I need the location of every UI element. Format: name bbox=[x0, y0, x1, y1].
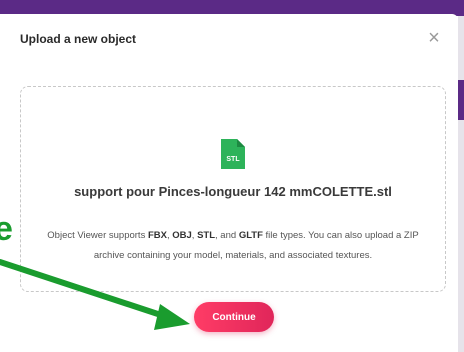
close-button[interactable]: × bbox=[424, 28, 444, 48]
stl-file-icon: STL bbox=[221, 139, 245, 169]
upload-modal: Upload a new object × STL support pour P… bbox=[0, 14, 458, 352]
format-fbx: FBX bbox=[147, 230, 167, 241]
background-app-accent bbox=[458, 80, 464, 120]
format-obj: OBJ bbox=[172, 230, 192, 241]
continue-button[interactable]: Continue bbox=[194, 302, 274, 332]
selected-file-name: support pour Pinces-longueur 142 mmCOLET… bbox=[74, 184, 392, 199]
supported-formats-text: Object Viewer supports FBX, OBJ, STL, an… bbox=[47, 230, 419, 261]
file-badge: STL bbox=[226, 156, 240, 163]
file-dropzone[interactable]: STL support pour Pinces-longueur 142 mmC… bbox=[20, 86, 446, 292]
format-stl: STL bbox=[197, 230, 216, 241]
modal-title: Upload a new object bbox=[20, 32, 137, 46]
annotation-letter: e bbox=[0, 210, 13, 248]
background-app-panel bbox=[458, 16, 464, 352]
close-icon: × bbox=[428, 27, 440, 49]
format-gltf: GLTF bbox=[238, 230, 263, 241]
